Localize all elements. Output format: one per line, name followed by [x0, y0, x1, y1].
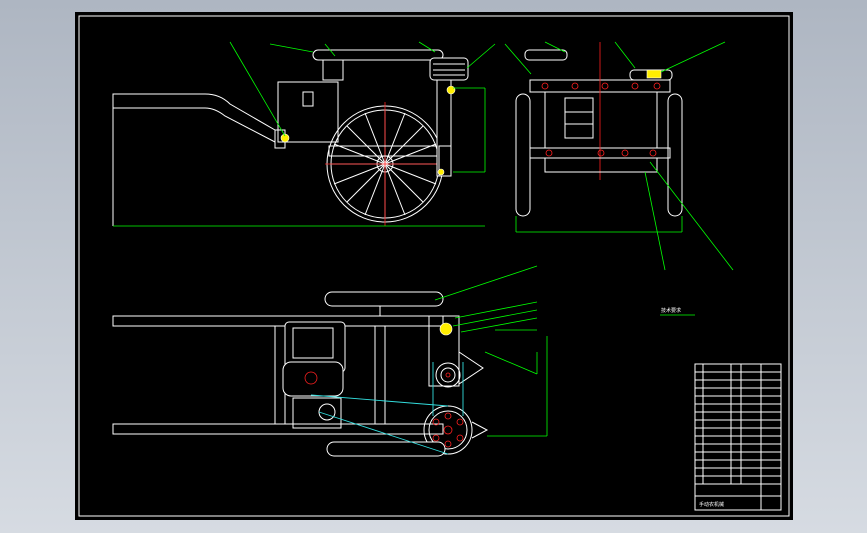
- cad-viewport[interactable]: 技术要求 手动农机械: [0, 0, 867, 533]
- drawing-sheet: 技术要求 手动农机械: [75, 12, 793, 520]
- title-block: 手动农机械: [694, 363, 782, 511]
- front-view: [504, 41, 734, 271]
- tech-note: 技术要求: [661, 307, 681, 314]
- title-text: 手动农机械: [699, 501, 724, 508]
- frame-border: [78, 15, 790, 517]
- top-view: [112, 265, 548, 457]
- side-view: [112, 41, 496, 227]
- drawing-canvas: 技术要求 手动农机械: [78, 15, 790, 517]
